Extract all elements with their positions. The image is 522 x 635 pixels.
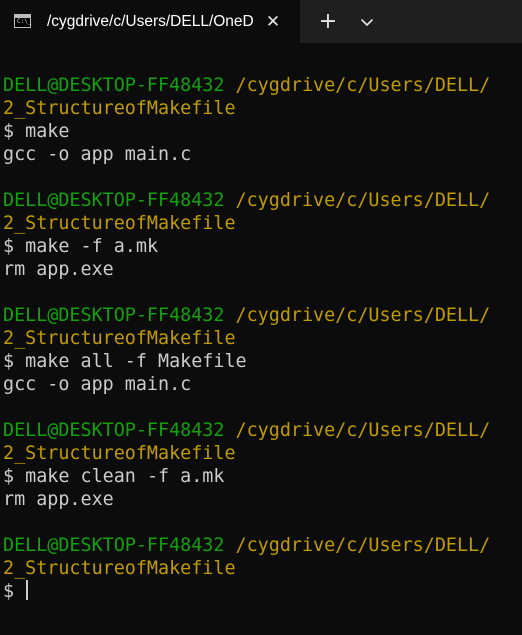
chevron-down-icon[interactable] [355,10,379,34]
cwd-path: /cygdrive/c/Users/DELL/ [235,535,491,556]
prompt-line: DELL@DESKTOP-FF48432 /cygdrive/c/Users/D… [3,304,522,327]
close-tab-icon[interactable]: ✕ [262,11,284,33]
command-text: make clean -f a.mk [25,466,225,487]
prompt-line-continued: 2_StructureofMakefile [3,97,522,120]
cwd-path-continued: 2_StructureofMakefile [3,558,236,579]
command-line: $ make clean -f a.mk [3,465,522,488]
command-text: make -f a.mk [25,236,159,257]
command-input-line[interactable]: $ [3,580,522,603]
tab-bar: C:\_ /cygdrive/c/Users/DELL/OneD ✕ + [0,0,522,43]
prompt-symbol: $ [3,351,26,372]
prompt-line: DELL@DESKTOP-FF48432 /cygdrive/c/Users/D… [3,534,522,557]
command-output: rm app.exe [3,259,114,280]
new-tab-button[interactable]: + [316,10,340,34]
user-host: DELL@DESKTOP-FF48432 [3,420,225,441]
command-line: $ make -f a.mk [3,235,522,258]
tab-cygwin-terminal[interactable]: C:\_ /cygdrive/c/Users/DELL/OneD ✕ [0,0,300,43]
prompt-symbol: $ [3,236,26,257]
cwd-path-continued: 2_StructureofMakefile [3,98,236,119]
command-line: $ make all -f Makefile [3,350,522,373]
cwd-path: /cygdrive/c/Users/DELL/ [235,190,491,211]
prompt-line-continued: 2_StructureofMakefile [3,557,522,580]
prompt-symbol: $ [3,121,26,142]
user-host: DELL@DESKTOP-FF48432 [3,535,225,556]
prompt-line: DELL@DESKTOP-FF48432 /cygdrive/c/Users/D… [3,74,522,97]
command-text: make [25,121,70,142]
prompt-symbol: $ [3,466,26,487]
terminal-window: C:\_ /cygdrive/c/Users/DELL/OneD ✕ + DEL… [0,0,522,635]
tab-title: /cygdrive/c/Users/DELL/OneD [47,13,253,30]
cwd-path-continued: 2_StructureofMakefile [3,328,236,349]
text-cursor [26,580,29,600]
command-line: $ make [3,120,522,143]
prompt-line-continued: 2_StructureofMakefile [3,442,522,465]
cwd-path: /cygdrive/c/Users/DELL/ [235,420,491,441]
prompt-line-continued: 2_StructureofMakefile [3,212,522,235]
prompt-line: DELL@DESKTOP-FF48432 /cygdrive/c/Users/D… [3,419,522,442]
prompt-line: DELL@DESKTOP-FF48432 /cygdrive/c/Users/D… [3,189,522,212]
prompt-line-continued: 2_StructureofMakefile [3,327,522,350]
cwd-path: /cygdrive/c/Users/DELL/ [235,305,491,326]
command-output: rm app.exe [3,489,114,510]
cwd-path-continued: 2_StructureofMakefile [3,443,236,464]
terminal-icon: C:\_ [14,14,31,28]
terminal-output[interactable]: DELL@DESKTOP-FF48432 /cygdrive/c/Users/D… [0,43,522,635]
cwd-path-continued: 2_StructureofMakefile [3,213,236,234]
user-host: DELL@DESKTOP-FF48432 [3,190,225,211]
prompt-symbol: $ [3,581,26,602]
user-host: DELL@DESKTOP-FF48432 [3,305,225,326]
command-text: make all -f Makefile [25,351,247,372]
user-host: DELL@DESKTOP-FF48432 [3,75,225,96]
command-output: gcc -o app main.c [3,144,192,165]
cwd-path: /cygdrive/c/Users/DELL/ [235,75,491,96]
command-output: gcc -o app main.c [3,374,192,395]
